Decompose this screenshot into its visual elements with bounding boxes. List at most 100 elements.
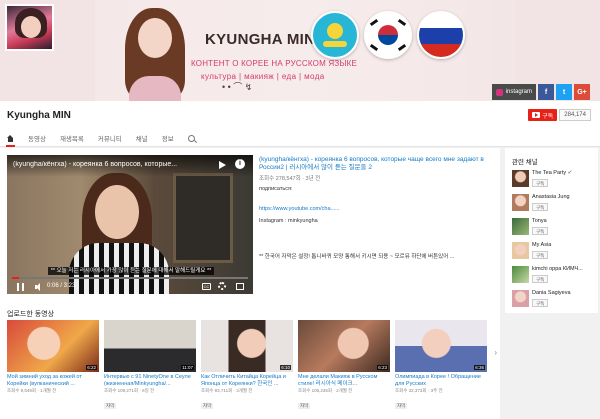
related-channel-label: The Tea Party xyxy=(532,170,567,176)
banner-topics: культура | макияж | еда | мода xyxy=(201,72,325,81)
korea-flag-icon xyxy=(364,11,412,59)
channel-avatar[interactable] xyxy=(5,4,54,51)
fullscreen-icon[interactable] xyxy=(236,283,244,290)
google-plus-icon[interactable]: G+ xyxy=(574,84,590,100)
video-title[interactable]: Олимпиада в Корее ! Обращение для Русски… xyxy=(395,374,487,387)
tab-playlists[interactable]: 재생목록 xyxy=(60,132,84,144)
player-title[interactable]: (kyungha/кёнгха) - кореянка 6 вопросов, … xyxy=(13,161,213,168)
related-channel-item[interactable]: kimchi oppa КИМЧ... 구독 xyxy=(512,265,596,289)
video-title[interactable]: Мне делали Макияж в Русском стиле! 러시아식 … xyxy=(298,374,390,387)
captions-badge: 자막 xyxy=(201,403,214,409)
related-channel-name[interactable]: Tonya xyxy=(532,218,594,224)
flag-red xyxy=(419,44,463,57)
featured-video-player[interactable]: (kyungha/кёнгха) - кореянка 6 вопросов, … xyxy=(7,155,253,294)
channel-avatar[interactable] xyxy=(512,290,529,307)
related-channel-name[interactable]: kimchi oppa КИМЧ... xyxy=(532,266,594,272)
instagram-link[interactable]: instagram xyxy=(491,84,536,100)
related-channel-name[interactable]: Anastasia Jung xyxy=(532,194,594,200)
related-channel-item[interactable]: Tonya 구독 xyxy=(512,217,596,241)
avatar-face xyxy=(21,16,41,38)
instagram-label: instagram xyxy=(505,89,532,95)
video-thumbnail[interactable]: 6:23 xyxy=(298,320,390,372)
video-card[interactable]: 6:10 Как Отличить Китайца Корейца и Япон… xyxy=(201,320,293,412)
subscribe-button[interactable]: 구독 xyxy=(528,109,558,121)
video-title[interactable]: Интервью с 91 NinetyOne в Сеуле (жизненн… xyxy=(104,374,196,387)
featured-video-title[interactable]: (kyungha/кёнгха) - кореянка 6 вопросов, … xyxy=(259,156,497,172)
subscribe-button[interactable]: 구독 xyxy=(532,299,549,307)
video-thumbnail[interactable]: 6:10 xyxy=(201,320,293,372)
tab-about[interactable]: 정보 xyxy=(162,132,174,144)
video-thumbnail[interactable]: 6:22 xyxy=(7,320,99,372)
video-duration: 6:10 xyxy=(280,365,291,370)
chevron-right-icon[interactable]: › xyxy=(494,348,497,357)
tab-videos[interactable]: 동영상 xyxy=(28,132,46,144)
flag-trigram xyxy=(369,43,379,52)
video-meta: 조회수 109,271회 · 6일 전 xyxy=(104,388,155,393)
subscribe-button[interactable]: 구독 xyxy=(532,203,549,211)
portrait-face xyxy=(138,18,172,58)
tab-channels[interactable]: 채널 xyxy=(136,132,148,144)
verified-icon: ✔ xyxy=(567,170,573,176)
channel-name: Kyungha MIN xyxy=(7,110,71,121)
video-thumbnail[interactable]: 11:07 xyxy=(104,320,196,372)
subscribe-button[interactable]: 구독 xyxy=(532,251,549,259)
captions-badge: 자막 xyxy=(298,403,311,409)
banner-links: instagram f t G+ xyxy=(491,84,590,100)
channel-header: Kyungha MIN 구독 284,174 동영상 재생목록 커뮤니티 채널 … xyxy=(0,101,600,147)
subscribe-label: 구독 xyxy=(542,113,554,120)
search-icon xyxy=(187,134,195,142)
video-frame-door xyxy=(173,173,233,263)
featured-video-info: (kyungha/кёнгха) - кореянка 6 вопросов, … xyxy=(259,156,497,260)
related-channel-item[interactable]: The Tea Party ✔ 구독 xyxy=(512,169,596,193)
subscribe-button[interactable]: 구독 xyxy=(532,227,549,235)
channel-main: (kyungha/кёнгха) - кореянка 6 вопросов, … xyxy=(0,148,500,419)
progress-bar[interactable] xyxy=(12,277,248,279)
gear-icon[interactable] xyxy=(218,282,226,290)
video-duration: 6:36 xyxy=(474,365,485,370)
related-channel-item[interactable]: Dania Sagiyeva 구독 xyxy=(512,289,596,313)
channel-avatar[interactable] xyxy=(512,242,529,259)
info-icon[interactable]: i xyxy=(235,159,245,169)
twitter-icon[interactable]: t xyxy=(556,84,572,100)
flag-red xyxy=(378,25,398,35)
tab-community[interactable]: 커뮤니티 xyxy=(98,132,122,144)
related-channel-name[interactable]: My Asia xyxy=(532,242,594,248)
video-meta: 조회수 9,549회 · 1개월 전 xyxy=(7,388,57,393)
related-channel-name[interactable]: The Tea Party ✔ xyxy=(532,170,594,176)
video-card[interactable]: 6:23 Мне делали Макияж в Русском стиле! … xyxy=(298,320,390,412)
uploads-heading[interactable]: 업로드한 동영상 xyxy=(7,309,54,319)
subscribe-button[interactable]: 구독 xyxy=(532,179,549,187)
channel-avatar[interactable] xyxy=(512,218,529,235)
subscribe-button[interactable]: 구독 xyxy=(532,275,549,283)
video-title[interactable]: Мой зимний уход за кожей от Корейки (вул… xyxy=(7,374,99,387)
video-thumbnail[interactable]: 6:36 xyxy=(395,320,487,372)
related-channel-item[interactable]: My Asia 구독 xyxy=(512,241,596,265)
flag-blue xyxy=(378,35,398,45)
video-duration: 11:07 xyxy=(181,365,194,370)
channel-avatar[interactable] xyxy=(512,170,529,187)
captions-icon[interactable]: CC xyxy=(202,283,211,290)
related-channels-panel: 관련 채널 The Tea Party ✔ 구독 Anastasia Jung … xyxy=(505,148,598,313)
channel-avatar[interactable] xyxy=(512,266,529,283)
kazakhstan-flag-icon xyxy=(311,11,359,59)
related-channel-name[interactable]: Dania Sagiyeva xyxy=(532,290,594,296)
tab-home[interactable] xyxy=(6,132,15,147)
banner-portrait xyxy=(121,6,189,101)
video-card[interactable]: 11:07 Интервью с 91 NinetyOne в Сеуле (ж… xyxy=(104,320,196,412)
video-card[interactable]: 6:22 Мой зимний уход за кожей от Корейки… xyxy=(7,320,99,412)
channel-avatar[interactable] xyxy=(512,194,529,211)
facebook-icon[interactable]: f xyxy=(538,84,554,100)
related-channel-item[interactable]: Anastasia Jung 구독 xyxy=(512,193,596,217)
portrait-top xyxy=(129,76,181,101)
video-card[interactable]: 6:36 Олимпиада в Корее ! Обращение для Р… xyxy=(395,320,487,412)
video-title[interactable]: Как Отличить Китайца Корейца и Японца от… xyxy=(201,374,293,387)
share-icon[interactable] xyxy=(218,160,227,169)
youtube-channel-page: KYUNGHA MIN КОНТЕНТ О КОРЕЕ НА РУССКОМ Я… xyxy=(0,0,600,419)
channel-banner: KYUNGHA MIN КОНТЕНТ О КОРЕЕ НА РУССКОМ Я… xyxy=(0,0,600,101)
description-link[interactable]: https://www.youtube.com/cha...... xyxy=(259,206,497,212)
banner-brand-title: KYUNGHA MIN xyxy=(205,31,316,48)
tab-search[interactable] xyxy=(187,132,195,144)
time-readout: 0:06 / 3:23 xyxy=(47,283,76,289)
volume-icon[interactable] xyxy=(35,283,41,291)
pause-icon[interactable] xyxy=(17,283,24,291)
